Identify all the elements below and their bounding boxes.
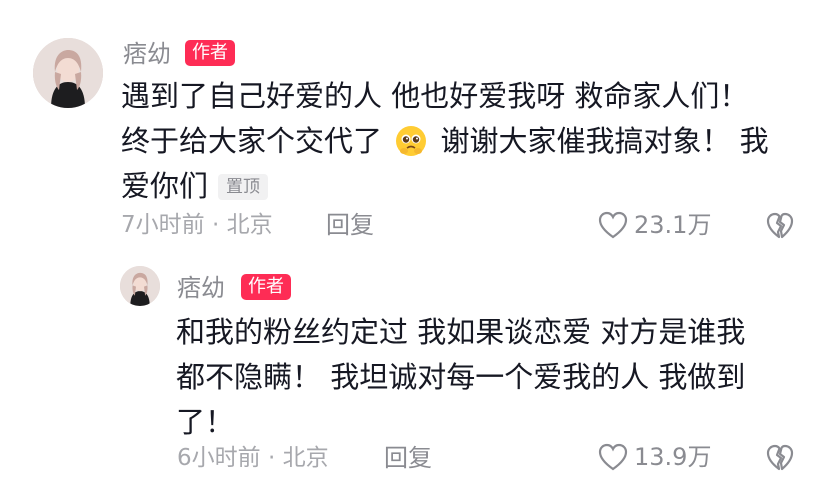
comment-line-part: 终于给大家个交代了 xyxy=(121,124,383,158)
comment-line-part: 谢谢大家催我搞对象！ 我 xyxy=(440,124,769,158)
dislike-button[interactable] xyxy=(766,212,794,240)
dislike-button[interactable] xyxy=(766,444,794,472)
username[interactable]: 痞幼 xyxy=(177,276,225,300)
comment-line: 终于给大家个交代了 谢谢大家催我搞对象！ 我 xyxy=(121,119,811,164)
author-badge: 作者 xyxy=(241,274,291,300)
author-badge: 作者 xyxy=(185,40,235,66)
time-location: 7小时前 · 北京 xyxy=(121,212,273,238)
comment-line: 爱你们 置顶 xyxy=(121,164,811,209)
heart-outline-icon xyxy=(598,211,628,239)
like-count: 13.9万 xyxy=(634,443,712,471)
avatar[interactable] xyxy=(120,266,160,306)
heart-outline-icon xyxy=(598,443,628,471)
reply-button[interactable]: 回复 xyxy=(384,446,432,470)
time-location: 6小时前 · 北京 xyxy=(177,445,329,471)
username[interactable]: 痞幼 xyxy=(123,42,171,66)
pin-badge: 置顶 xyxy=(218,174,269,201)
comment-line: 了！ xyxy=(176,405,235,439)
comment-line-part: 爱你们 xyxy=(121,169,209,203)
comment-text: 遇到了自己好爱的人 他也好爱我呀 救命家人们！ 终于给大家个交代了 谢谢大家催我… xyxy=(121,74,811,209)
reply-button[interactable]: 回复 xyxy=(326,213,374,237)
comment-text: 和我的粉丝约定过 我如果谈恋爱 对方是谁我 都不隐瞒！ 我坦诚对每一个爱我的人 … xyxy=(176,310,816,445)
like-button[interactable]: 23.1万 xyxy=(598,211,711,239)
broken-heart-icon xyxy=(766,212,794,239)
comment-line: 和我的粉丝约定过 我如果谈恋爱 对方是谁我 xyxy=(176,315,746,349)
pleading-face-emoji xyxy=(395,125,427,157)
like-count: 23.1万 xyxy=(634,211,712,239)
avatar[interactable] xyxy=(33,38,103,108)
comment-line: 遇到了自己好爱的人 他也好爱我呀 救命家人们！ xyxy=(121,79,749,113)
comment-line: 都不隐瞒！ 我坦诚对每一个爱我的人 我做到 xyxy=(176,360,746,394)
like-button[interactable]: 13.9万 xyxy=(598,443,711,471)
broken-heart-icon xyxy=(766,444,794,471)
